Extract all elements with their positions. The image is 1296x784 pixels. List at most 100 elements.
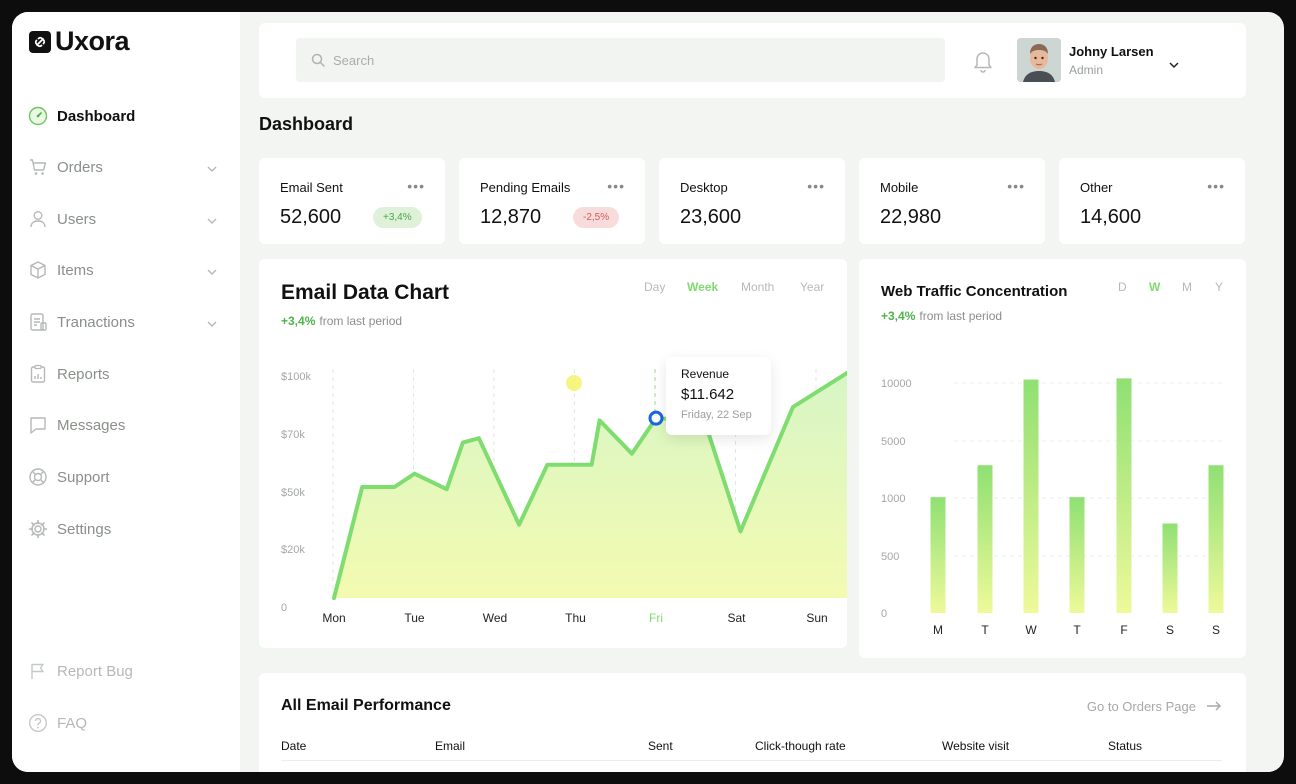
column-header-email[interactable]: Email [435, 739, 465, 753]
stat-card: Mobile ••• 22,980 [859, 158, 1045, 244]
sidebar-item-settings[interactable]: Settings [28, 514, 218, 544]
sidebar-item-label: FAQ [57, 714, 88, 732]
bell-icon[interactable] [972, 49, 994, 78]
stat-label: Mobile [880, 180, 919, 195]
tooltip-label: Revenue [681, 367, 730, 381]
sidebar-item-label: Orders [57, 158, 103, 176]
sidebar-item-label: Items [57, 261, 94, 279]
x-tick-label: S [1212, 623, 1220, 637]
more-icon[interactable]: ••• [1207, 178, 1225, 194]
logo-icon [29, 30, 51, 53]
y-tick-label: 5000 [881, 436, 905, 448]
search-placeholder: Search [333, 52, 375, 68]
search-input[interactable]: Search [296, 38, 945, 82]
stat-label: Email Sent [280, 180, 343, 195]
lifebuoy-icon [28, 467, 48, 487]
x-tick-label: Sat [727, 611, 746, 625]
y-tick-label: $20k [281, 544, 305, 556]
x-tick-label: Wed [483, 611, 507, 625]
sidebar-item-reports[interactable]: Reports [28, 359, 218, 389]
x-tick-label: Fri [649, 611, 663, 625]
x-tick-label: F [1120, 623, 1127, 637]
table-title: All Email Performance [281, 697, 451, 714]
x-tick-label: Tue [404, 611, 425, 625]
email-performance-card: All Email Performance Go to Orders Page … [259, 673, 1246, 772]
flag-icon [28, 661, 48, 681]
chevron-down-icon[interactable] [1168, 56, 1180, 74]
sidebar-item-orders[interactable]: Orders [28, 152, 218, 182]
app-name: Uxora [55, 26, 130, 56]
avatar[interactable] [1017, 38, 1061, 82]
sidebar-item-users[interactable]: Users [28, 204, 218, 234]
bar [1023, 379, 1039, 613]
y-tick-label: $100k [281, 371, 311, 383]
stat-value: 52,600 [280, 206, 342, 228]
stat-card: Desktop ••• 23,600 [659, 158, 845, 244]
logo[interactable]: Uxora [29, 26, 130, 57]
stat-card: Pending Emails ••• 12,870 -2,5% [459, 158, 645, 244]
x-tick-label: T [1073, 623, 1081, 637]
x-tick-label: S [1166, 623, 1174, 637]
chevron-down-icon [206, 263, 218, 280]
bar-chart: 10000500010005000M T W T F S S [881, 378, 1224, 637]
sidebar-item-label: Report Bug [57, 662, 133, 680]
sidebar: Uxora Dashboard Orders Users Items Trana… [12, 12, 240, 772]
sidebar-item-label: Reports [57, 365, 110, 383]
bar [930, 497, 946, 613]
tooltip-value: $11.642 [681, 386, 735, 403]
sidebar-item-label: Tranactions [57, 313, 135, 331]
cart-icon [28, 157, 48, 177]
message-icon [28, 415, 48, 435]
sidebar-item-items[interactable]: Items [28, 255, 218, 285]
x-tick-label: Mon [322, 611, 345, 625]
bar [977, 465, 993, 613]
stat-value: 22,980 [880, 206, 942, 228]
gear-icon [28, 519, 48, 539]
x-tick-label: Sun [806, 611, 827, 625]
column-header-ctr[interactable]: Click-though rate [755, 739, 846, 753]
user-icon [28, 209, 48, 229]
stat-card: Other ••• 14,600 [1059, 158, 1245, 244]
y-tick-label: 0 [881, 608, 887, 620]
y-tick-label: 1000 [881, 493, 905, 505]
link-label: Go to Orders Page [1086, 699, 1196, 714]
y-tick-label: $70k [281, 429, 305, 441]
column-header-date[interactable]: Date [281, 739, 306, 753]
sidebar-item-report-bug[interactable]: Report Bug [28, 656, 218, 686]
bar [1208, 465, 1224, 613]
sidebar-item-support[interactable]: Support [28, 462, 218, 492]
sidebar-item-label: Settings [57, 520, 112, 538]
column-header-status[interactable]: Status [1108, 739, 1142, 753]
more-icon[interactable]: ••• [607, 178, 625, 194]
column-header-website-visit[interactable]: Website visit [942, 739, 1009, 753]
chevron-down-icon [206, 160, 218, 177]
app-frame: Uxora Dashboard Orders Users Items Trana… [12, 12, 1284, 772]
sidebar-item-label: Support [57, 468, 110, 486]
column-header-sent[interactable]: Sent [648, 739, 673, 753]
sidebar-item-faq[interactable]: FAQ [28, 708, 218, 738]
more-icon[interactable]: ••• [1007, 178, 1025, 194]
more-icon[interactable]: ••• [407, 178, 425, 194]
sidebar-item-messages[interactable]: Messages [28, 410, 218, 440]
go-to-orders-link[interactable]: Go to Orders Page [1087, 699, 1222, 714]
bar [1069, 497, 1085, 613]
x-tick-label: Thu [565, 611, 586, 625]
stat-label: Pending Emails [480, 180, 571, 195]
sidebar-item-transactions[interactable]: Tranactions [28, 307, 218, 337]
search-icon [311, 53, 325, 67]
x-tick-label: T [981, 623, 989, 637]
chevron-down-icon [206, 212, 218, 229]
gauge-icon [28, 106, 48, 126]
user-name[interactable]: Johny Larsen [1069, 44, 1154, 59]
bar [1162, 523, 1178, 613]
receipt-icon [28, 312, 48, 332]
sidebar-item-dashboard[interactable]: Dashboard [28, 101, 218, 131]
x-tick-label: M [933, 623, 943, 637]
x-tick-label: W [1025, 623, 1037, 637]
y-tick-label: $50k [281, 487, 305, 499]
more-icon[interactable]: ••• [807, 178, 825, 194]
sidebar-item-label: Users [57, 210, 97, 228]
arrow-right-icon [1206, 699, 1222, 714]
divider [281, 760, 1222, 761]
y-tick-label: 10000 [881, 378, 912, 390]
